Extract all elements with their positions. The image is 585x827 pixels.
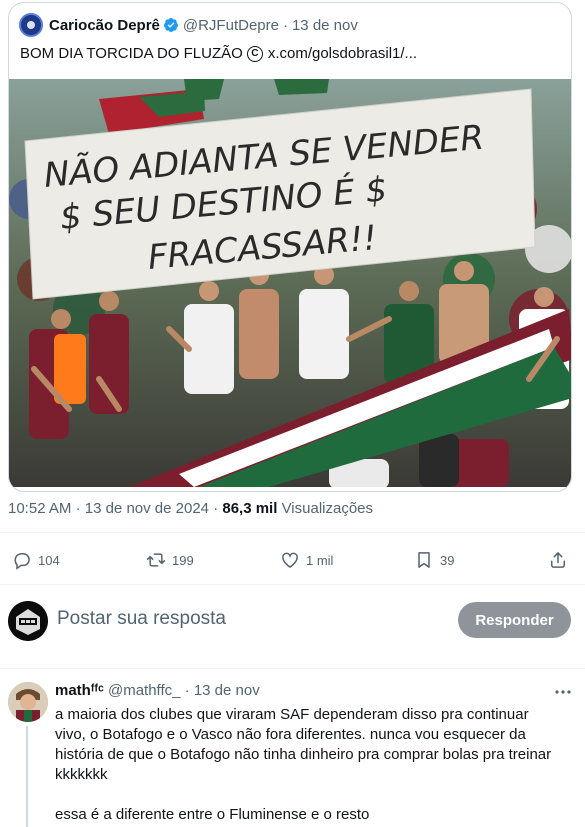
retweet-icon <box>146 553 166 567</box>
copyright-icon: C <box>246 45 263 62</box>
views-label: Visualizações <box>281 500 374 517</box>
quoted-tweet-text-main: BOM DIA TORCIDA DO FLUZÃO <box>20 45 243 62</box>
reply-author-name[interactable]: mathᶠᶠᶜ <box>55 682 104 699</box>
quoted-tweet-card[interactable]: Cariocão Deprê @RJFutDepre · 13 de nov B… <box>8 2 572 492</box>
separator-dot: · <box>184 682 190 699</box>
bookmark-count: 39 <box>440 552 455 568</box>
reply-text-line: história de que o Botafogo não tinha din… <box>55 746 552 763</box>
like-count: 1 mil <box>306 552 334 568</box>
quoted-author-handle[interactable]: @RJFutDepre <box>183 17 279 34</box>
tweet-time[interactable]: 10:52 AM <box>8 500 71 517</box>
reply-text-line: a maioria dos clubes que viraram SAF dep… <box>55 706 529 723</box>
retweet-count: 199 <box>172 552 194 568</box>
current-user-avatar[interactable] <box>8 601 48 641</box>
reply-header: mathᶠᶠᶜ @mathffc_ · 13 de nov <box>55 682 260 699</box>
like-action[interactable]: 1 mil <box>280 548 333 572</box>
tweet-photo[interactable]: NÃO ADIANTA SE VENDER $ SEU DESTINO É $ … <box>9 79 571 487</box>
reply-text: a maioria dos clubes que viraram SAF dep… <box>55 705 575 825</box>
divider <box>0 668 585 669</box>
quoted-author-name[interactable]: Cariocão Deprê <box>49 17 160 34</box>
retweet-action[interactable]: 199 <box>146 548 194 572</box>
quoted-tweet-link[interactable]: x.com/golsdobrasil1/... <box>268 45 417 62</box>
reply-action[interactable]: 104 <box>12 548 60 572</box>
tweet-meta: 10:52 AM · 13 de nov de 2024 · 86,3 mil … <box>8 500 373 517</box>
reply-text-line: essa é a diferente entre o Fluminense e … <box>55 806 370 823</box>
separator-dot: · <box>282 16 288 34</box>
more-options-icon[interactable] <box>553 684 573 700</box>
reply-button[interactable]: Responder <box>458 602 571 638</box>
bookmark-action[interactable]: 39 <box>414 548 454 572</box>
share-icon <box>551 552 565 568</box>
reply-count: 104 <box>38 552 60 568</box>
avatar-logo-icon <box>8 601 48 641</box>
reply-author-avatar[interactable] <box>8 682 48 722</box>
views-count: 86,3 mil <box>222 500 278 517</box>
tweet-actions-bar: 104 199 1 mil 39 <box>0 548 585 572</box>
thread-line <box>26 726 28 827</box>
reply-text-line: kkkkkkk <box>55 766 108 783</box>
verified-badge-icon <box>163 18 178 32</box>
reply-date[interactable]: 13 de nov <box>194 682 260 699</box>
reply-text-line: vivo, o Botafogo e o Vasco não fora dife… <box>55 726 526 743</box>
quoted-tweet-text: BOM DIA TORCIDA DO FLUZÃO C x.com/golsdo… <box>20 45 417 62</box>
reply-author-handle[interactable]: @mathffc_ <box>108 682 180 699</box>
divider <box>0 584 585 585</box>
reply-input[interactable]: Postar sua resposta <box>57 608 226 630</box>
separator-dot: · <box>213 500 219 517</box>
bookmark-icon <box>418 552 430 568</box>
stadium-crowd-photo: NÃO ADIANTA SE VENDER $ SEU DESTINO É $ … <box>9 79 571 487</box>
quoted-author-avatar[interactable] <box>19 13 43 37</box>
quoted-tweet-header: Cariocão Deprê @RJFutDepre · 13 de nov <box>19 13 358 37</box>
reply-icon <box>14 553 30 570</box>
heart-icon <box>282 552 298 568</box>
tweet-date[interactable]: 13 de nov de 2024 <box>85 500 209 517</box>
avatar-photo <box>8 682 48 722</box>
divider <box>0 532 585 533</box>
separator-dot: · <box>75 500 81 517</box>
quoted-tweet-date[interactable]: 13 de nov <box>292 17 358 34</box>
share-action[interactable] <box>548 548 574 572</box>
